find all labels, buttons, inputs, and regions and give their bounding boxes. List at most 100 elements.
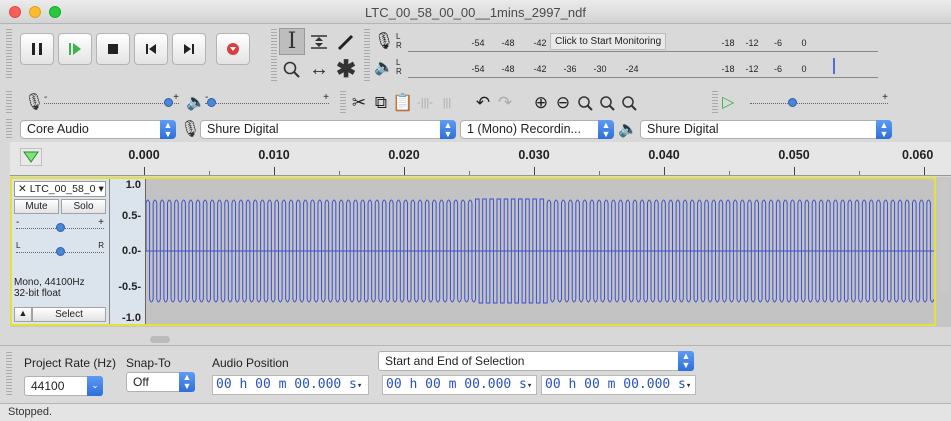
amplitude-tick-label: 0.5- xyxy=(122,210,141,222)
copy-button[interactable]: ⧉ xyxy=(370,91,392,115)
timeline-major-tick xyxy=(144,167,145,175)
pan-slider[interactable]: L R xyxy=(16,241,104,259)
skip-to-end-button[interactable] xyxy=(172,33,206,65)
toolbar-grip[interactable] xyxy=(6,91,12,113)
slider-thumb[interactable] xyxy=(788,98,797,107)
toolbar-grip[interactable] xyxy=(271,29,277,81)
playback-device-dropdown[interactable]: Shure Digital ▲ ▼ xyxy=(640,120,892,139)
dropdown-arrow-icon: ▾ xyxy=(98,183,104,195)
track-panel: ✕ LTC_00_58_0 ▾ Mute Solo - + L R Mono, … xyxy=(10,177,951,327)
toolbar-grip[interactable] xyxy=(340,91,346,113)
track-format-rate: Mono, 44100Hz xyxy=(14,277,85,288)
track-name: LTC_00_58_0 xyxy=(29,183,96,195)
zoom-toggle-button[interactable] xyxy=(618,91,640,115)
play-at-speed-icon[interactable]: ▷ xyxy=(722,92,734,112)
playback-meter-scale[interactable]: -54 -48 -42 -36 -30 -24 -18 -12 -6 0 xyxy=(408,56,878,78)
meter-tick-label: 0 xyxy=(801,38,807,48)
dropdown-arrows-icon: ▲ ▼ xyxy=(440,120,456,139)
dropdown-arrows-icon: ▲ ▼ xyxy=(598,120,614,139)
snap-to-dropdown[interactable]: Off ▲ ▼ xyxy=(126,372,195,392)
selection-tool-button[interactable]: I xyxy=(279,28,305,55)
horizontal-scrollbar[interactable] xyxy=(150,336,170,343)
timeline-major-tick xyxy=(534,167,535,175)
skip-to-start-button[interactable] xyxy=(134,33,168,65)
envelope-tool-button[interactable] xyxy=(306,28,332,55)
selection-end-time[interactable]: 00 h 00 m 00.000 s▾ xyxy=(541,375,696,395)
paste-button[interactable]: 📋 xyxy=(392,91,414,115)
amplitude-ruler[interactable]: 1.0 0.5- 0.0- -0.5- -1.0 xyxy=(110,179,146,324)
audio-position-time[interactable]: 00 h 00 m 00.000 s▾ xyxy=(212,375,369,395)
fit-selection-button[interactable] xyxy=(574,91,596,115)
recording-device-value: Shure Digital xyxy=(207,122,279,136)
solo-button[interactable]: Solo xyxy=(61,199,106,214)
start-monitoring-button[interactable]: Click to Start Monitoring xyxy=(550,33,667,50)
redo-button[interactable]: ↷ xyxy=(494,91,516,115)
play-button[interactable] xyxy=(58,33,92,65)
project-rate-combo[interactable]: 44100 ⌄ xyxy=(24,376,103,396)
close-track-icon[interactable]: ✕ xyxy=(18,183,27,195)
select-track-button[interactable]: Select xyxy=(32,307,106,322)
play-head-icon[interactable] xyxy=(19,147,43,169)
multi-tool-button[interactable]: ✱ xyxy=(333,56,359,83)
recording-channels-dropdown[interactable]: 1 (Mono) Recordin... ▲ ▼ xyxy=(460,120,614,139)
slider-thumb[interactable] xyxy=(56,247,65,256)
play-speed-slider[interactable]: + xyxy=(750,92,888,110)
toolbar-grip[interactable] xyxy=(6,352,12,396)
gain-slider[interactable]: - + xyxy=(16,217,104,235)
track-name-menu[interactable]: ✕ LTC_00_58_0 ▾ xyxy=(14,181,106,197)
snap-to-value: Off xyxy=(133,375,149,389)
plus-label: + xyxy=(882,92,888,103)
timeline-tick-label: 0.050 xyxy=(778,148,810,162)
slider-thumb[interactable] xyxy=(207,98,216,107)
mute-button[interactable]: Mute xyxy=(14,199,59,214)
recording-meter[interactable]: 🎙 LR Click to Start Monitoring -54 -48 -42… xyxy=(372,29,878,53)
trim-button[interactable]: -|||- xyxy=(414,91,436,115)
record-button[interactable] xyxy=(216,33,250,65)
toolbar-grip[interactable] xyxy=(712,91,718,113)
pause-button[interactable] xyxy=(20,33,54,65)
vertical-scrollbar[interactable] xyxy=(940,179,949,294)
play-icon xyxy=(69,43,81,55)
audio-host-dropdown[interactable]: Core Audio ▲ ▼ xyxy=(20,120,176,139)
fit-project-button[interactable] xyxy=(596,91,618,115)
toolbar-grip[interactable] xyxy=(6,119,12,139)
triangle-up-icon: ▲ xyxy=(18,308,28,318)
waveform-area[interactable] xyxy=(145,179,935,324)
draw-tool-button[interactable] xyxy=(333,28,359,55)
silence-icon: ||| xyxy=(442,97,452,109)
redo-icon: ↷ xyxy=(497,93,513,112)
playback-meter[interactable]: 🔈 LR -54 -48 -42 -36 -30 -24 -18 -12 -6 0 xyxy=(372,55,878,79)
timeline-minor-tick xyxy=(729,171,730,175)
amplitude-tick-label: -0.5- xyxy=(118,281,141,293)
undo-button[interactable]: ↶ xyxy=(472,91,494,115)
dropdown-arrow-icon: ▾ xyxy=(526,381,533,391)
toolbar-grip[interactable] xyxy=(364,29,370,81)
time-shift-tool-button[interactable]: ↔ xyxy=(306,56,332,83)
slider-thumb[interactable] xyxy=(56,223,65,232)
zoom-out-button[interactable]: ⊖ xyxy=(552,91,574,115)
audio-track[interactable]: ✕ LTC_00_58_0 ▾ Mute Solo - + L R Mono, … xyxy=(10,177,936,326)
slider-thumb[interactable] xyxy=(164,98,173,107)
tools-toolbar: I ↔ ✱ xyxy=(279,28,359,83)
selection-start-time[interactable]: 00 h 00 m 00.000 s▾ xyxy=(382,375,537,395)
collapse-track-button[interactable]: ▲ xyxy=(14,307,32,322)
zoom-out-icon: ⊖ xyxy=(555,93,571,112)
silence-button[interactable]: ||| xyxy=(436,91,458,115)
timeline-major-tick xyxy=(404,167,405,175)
meter-tick-label: -18 xyxy=(721,38,735,48)
stop-button[interactable] xyxy=(96,33,130,65)
cut-button[interactable]: ✂ xyxy=(348,91,370,115)
recording-volume-slider[interactable]: - + xyxy=(44,92,179,110)
meter-tick-label: -54 xyxy=(471,38,485,48)
transport-toolbar xyxy=(20,33,250,65)
zoom-in-button[interactable]: ⊕ xyxy=(530,91,552,115)
zoom-tool-button[interactable] xyxy=(279,56,305,83)
play-head-icon xyxy=(19,147,43,167)
playback-volume-slider[interactable]: - + xyxy=(205,92,329,110)
timeline-ruler[interactable]: 0.000 0.010 0.020 0.030 0.040 0.050 0.060 xyxy=(10,142,951,176)
recording-meter-scale[interactable]: Click to Start Monitoring -54 -48 -42 -18 -1… xyxy=(408,30,878,52)
recording-device-dropdown[interactable]: Shure Digital ▲ ▼ xyxy=(200,120,456,139)
toolbar-grip[interactable] xyxy=(6,29,12,79)
selection-mode-dropdown[interactable]: Start and End of Selection ▲ ▼ xyxy=(378,351,694,371)
meter-tick-label: -48 xyxy=(501,64,515,74)
